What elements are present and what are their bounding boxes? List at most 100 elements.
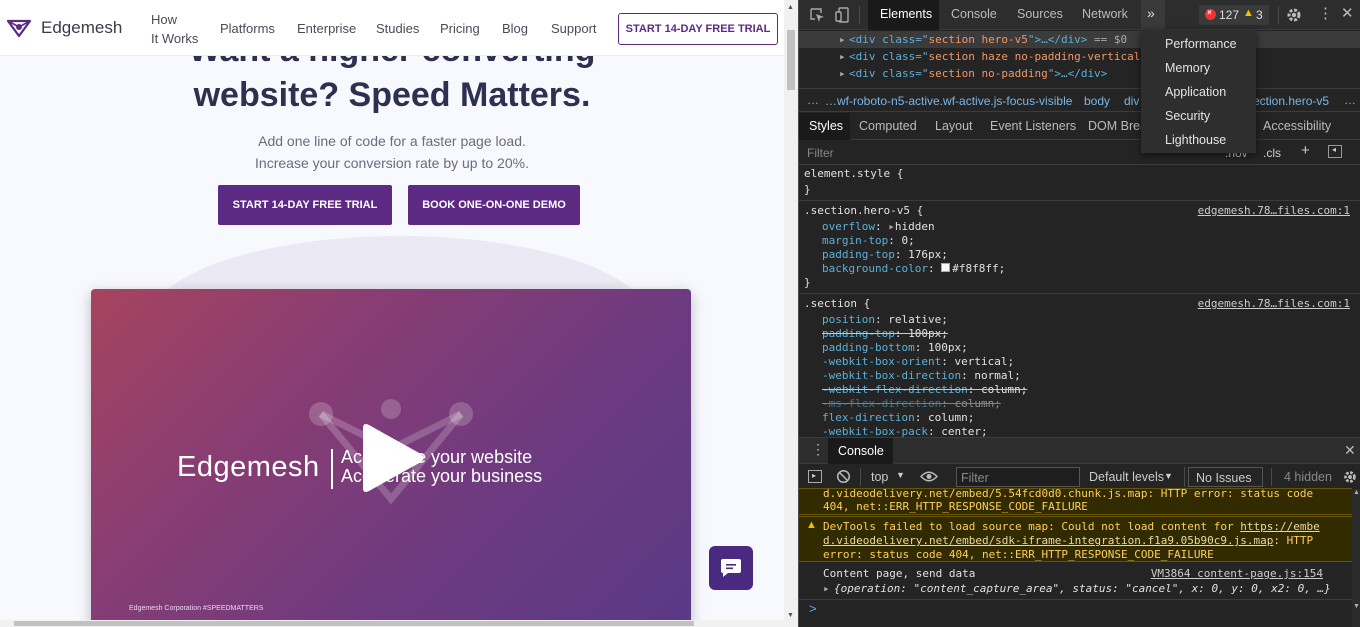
subtab-accessibility[interactable]: Accessibility bbox=[1263, 119, 1331, 133]
console-scroll-up-icon[interactable]: ▲ bbox=[1353, 489, 1360, 496]
dom-row-2[interactable]: <div class="section haze no-padding-vert… bbox=[849, 50, 1140, 63]
nav-studies[interactable]: Studies bbox=[376, 21, 419, 36]
breadcrumb-div[interactable]: div bbox=[1124, 94, 1139, 108]
log-levels-chevron-icon[interactable]: ▼ bbox=[1164, 471, 1173, 481]
css-property-value[interactable]: vertical; bbox=[954, 355, 1014, 368]
issues-counter[interactable]: × 127 ▲ 3 bbox=[1199, 5, 1269, 25]
section-rule-source[interactable]: edgemesh.78…files.com:1 bbox=[1198, 297, 1350, 310]
tab-elements[interactable]: Elements bbox=[880, 7, 932, 21]
css-property-name[interactable]: -ms-flex-direction bbox=[822, 397, 941, 410]
subtab-event-listeners[interactable]: Event Listeners bbox=[990, 119, 1076, 133]
breadcrumb-more-icon[interactable]: … bbox=[807, 93, 819, 107]
console-scrollbar[interactable]: ▲ ▼ bbox=[1352, 489, 1360, 627]
context-selector[interactable]: top bbox=[871, 470, 888, 484]
css-property-value[interactable]: column; bbox=[928, 411, 974, 424]
drawer-tab-console[interactable]: Console bbox=[838, 444, 884, 458]
nav-platforms[interactable]: Platforms bbox=[220, 21, 275, 36]
nav-blog[interactable]: Blog bbox=[502, 21, 528, 36]
css-declaration[interactable]: padding-top: 100px; bbox=[822, 327, 948, 340]
more-tabs-button[interactable]: » bbox=[1141, 0, 1165, 30]
new-style-rule-icon[interactable]: + bbox=[1301, 142, 1310, 159]
css-property-name[interactable]: -webkit-box-orient bbox=[822, 355, 941, 368]
play-icon[interactable] bbox=[357, 422, 427, 494]
nav-how[interactable]: How bbox=[151, 12, 177, 27]
msg-2-link-b[interactable]: d.videodelivery.net/embed/sdk-iframe-int… bbox=[823, 534, 1273, 547]
menu-item-lighthouse[interactable]: Lighthouse bbox=[1165, 133, 1226, 147]
console-settings-gear-icon[interactable] bbox=[1342, 469, 1358, 485]
nav-support[interactable]: Support bbox=[551, 21, 597, 36]
css-declaration[interactable]: position: relative; bbox=[822, 313, 948, 326]
css-property-name[interactable]: margin-top bbox=[822, 234, 888, 247]
css-property-value[interactable]: column; bbox=[954, 397, 1000, 410]
tab-console[interactable]: Console bbox=[951, 7, 997, 21]
close-drawer-icon[interactable]: ✕ bbox=[1344, 442, 1356, 459]
css-declaration[interactable]: padding-top: 176px; bbox=[822, 248, 948, 261]
css-declaration[interactable]: flex-direction: column; bbox=[822, 411, 974, 424]
css-property-value[interactable]: 100px; bbox=[908, 327, 948, 340]
settings-gear-icon[interactable] bbox=[1285, 6, 1303, 24]
hero-rule-source[interactable]: edgemesh.78…files.com:1 bbox=[1198, 204, 1350, 217]
subtab-styles[interactable]: Styles bbox=[809, 119, 843, 133]
css-declaration[interactable]: -webkit-box-orient: vertical; bbox=[822, 355, 1014, 368]
css-declaration[interactable]: background-color: #f8f8ff; bbox=[822, 262, 1005, 275]
breadcrumb-html[interactable]: …wf-roboto-n5-active.wf-active.js-focus-… bbox=[825, 94, 1072, 108]
inspect-element-icon[interactable] bbox=[809, 7, 825, 23]
log-levels-dropdown[interactable]: Default levels bbox=[1089, 470, 1164, 484]
css-declaration[interactable]: margin-top: 0; bbox=[822, 234, 915, 247]
dom-row-1-toggle[interactable]: ▸ bbox=[839, 33, 846, 46]
scroll-up-arrow-icon[interactable]: ▲ bbox=[787, 4, 794, 11]
css-declaration[interactable]: -webkit-flex-direction: column; bbox=[822, 383, 1027, 396]
css-property-name[interactable]: overflow bbox=[822, 220, 875, 233]
nav-enterprise[interactable]: Enterprise bbox=[297, 21, 356, 36]
dom-row-1[interactable]: <div class="section hero-v5">…</div> == … bbox=[849, 33, 1127, 46]
css-property-value[interactable]: hidden bbox=[895, 220, 935, 233]
css-property-name[interactable]: position bbox=[822, 313, 875, 326]
dom-row-3[interactable]: <div class="section no-padding">…</div> bbox=[849, 67, 1107, 80]
css-property-value[interactable]: relative; bbox=[888, 313, 948, 326]
scroll-down-arrow-icon[interactable]: ▼ bbox=[787, 612, 794, 619]
toggle-sidebar-icon[interactable]: ◂ bbox=[1328, 145, 1342, 158]
chat-widget-button[interactable] bbox=[709, 546, 753, 590]
breadcrumb-section[interactable]: section.hero-v5 bbox=[1247, 94, 1329, 108]
subtab-layout[interactable]: Layout bbox=[935, 119, 973, 133]
css-property-value[interactable]: #f8f8ff; bbox=[952, 262, 1005, 275]
css-property-name[interactable]: padding-top bbox=[822, 248, 895, 261]
css-property-name[interactable]: background-color bbox=[822, 262, 928, 275]
breadcrumb-more-right-icon[interactable]: … bbox=[1344, 93, 1356, 107]
console-prompt-icon[interactable]: > bbox=[809, 601, 817, 616]
promo-video[interactable]: Edgemesh Accelerate your website Acceler… bbox=[91, 289, 691, 627]
issues-button[interactable]: No Issues bbox=[1188, 467, 1263, 487]
css-property-value[interactable]: normal; bbox=[974, 369, 1020, 382]
css-declaration[interactable]: overflow: ▸hidden bbox=[822, 220, 935, 233]
live-expression-eye-icon[interactable] bbox=[920, 470, 938, 483]
tab-network[interactable]: Network bbox=[1082, 7, 1128, 21]
css-property-name[interactable]: padding-bottom bbox=[822, 341, 915, 354]
page-vertical-scroll-thumb[interactable] bbox=[787, 30, 795, 90]
element-style-selector[interactable]: element.style { bbox=[804, 167, 903, 180]
nav-it-works[interactable]: It Works bbox=[151, 31, 198, 46]
device-toolbar-icon[interactable] bbox=[835, 6, 851, 24]
console-scroll-down-icon[interactable]: ▼ bbox=[1353, 603, 1360, 610]
free-trial-button[interactable]: START 14-DAY FREE TRIAL bbox=[218, 185, 392, 225]
page-vertical-scrollbar[interactable]: ▲ ▼ bbox=[784, 0, 798, 627]
css-property-name[interactable]: -webkit-box-direction bbox=[822, 369, 961, 382]
menu-item-performance[interactable]: Performance bbox=[1165, 37, 1237, 51]
nav-free-trial-button[interactable]: START 14-DAY FREE TRIAL bbox=[618, 13, 778, 45]
cls-toggle[interactable]: .cls bbox=[1263, 146, 1281, 160]
css-declaration[interactable]: padding-bottom: 100px; bbox=[822, 341, 968, 354]
color-swatch[interactable] bbox=[941, 263, 951, 272]
dom-row-2-toggle[interactable]: ▸ bbox=[839, 50, 846, 63]
styles-filter-input[interactable]: Filter bbox=[807, 146, 834, 160]
menu-item-security[interactable]: Security bbox=[1165, 109, 1210, 123]
css-property-name[interactable]: flex-direction bbox=[822, 411, 915, 424]
css-declaration[interactable]: -webkit-box-direction: normal; bbox=[822, 369, 1021, 382]
msg-2-link-a[interactable]: https://embe bbox=[1240, 520, 1319, 533]
drawer-menu-icon[interactable]: ⋮ bbox=[811, 441, 825, 458]
context-dropdown-icon[interactable]: ▼ bbox=[896, 470, 905, 480]
console-filter-input[interactable]: Filter bbox=[956, 467, 1080, 487]
msg-3-source-link[interactable]: VM3864 content-page.js:154 bbox=[1151, 567, 1323, 580]
hero-rule-selector[interactable]: .section.hero-v5 { bbox=[804, 204, 923, 217]
book-demo-button[interactable]: BOOK ONE-ON-ONE DEMO bbox=[408, 185, 580, 225]
css-property-value[interactable]: 0; bbox=[901, 234, 914, 247]
close-devtools-icon[interactable]: ✕ bbox=[1341, 4, 1354, 22]
